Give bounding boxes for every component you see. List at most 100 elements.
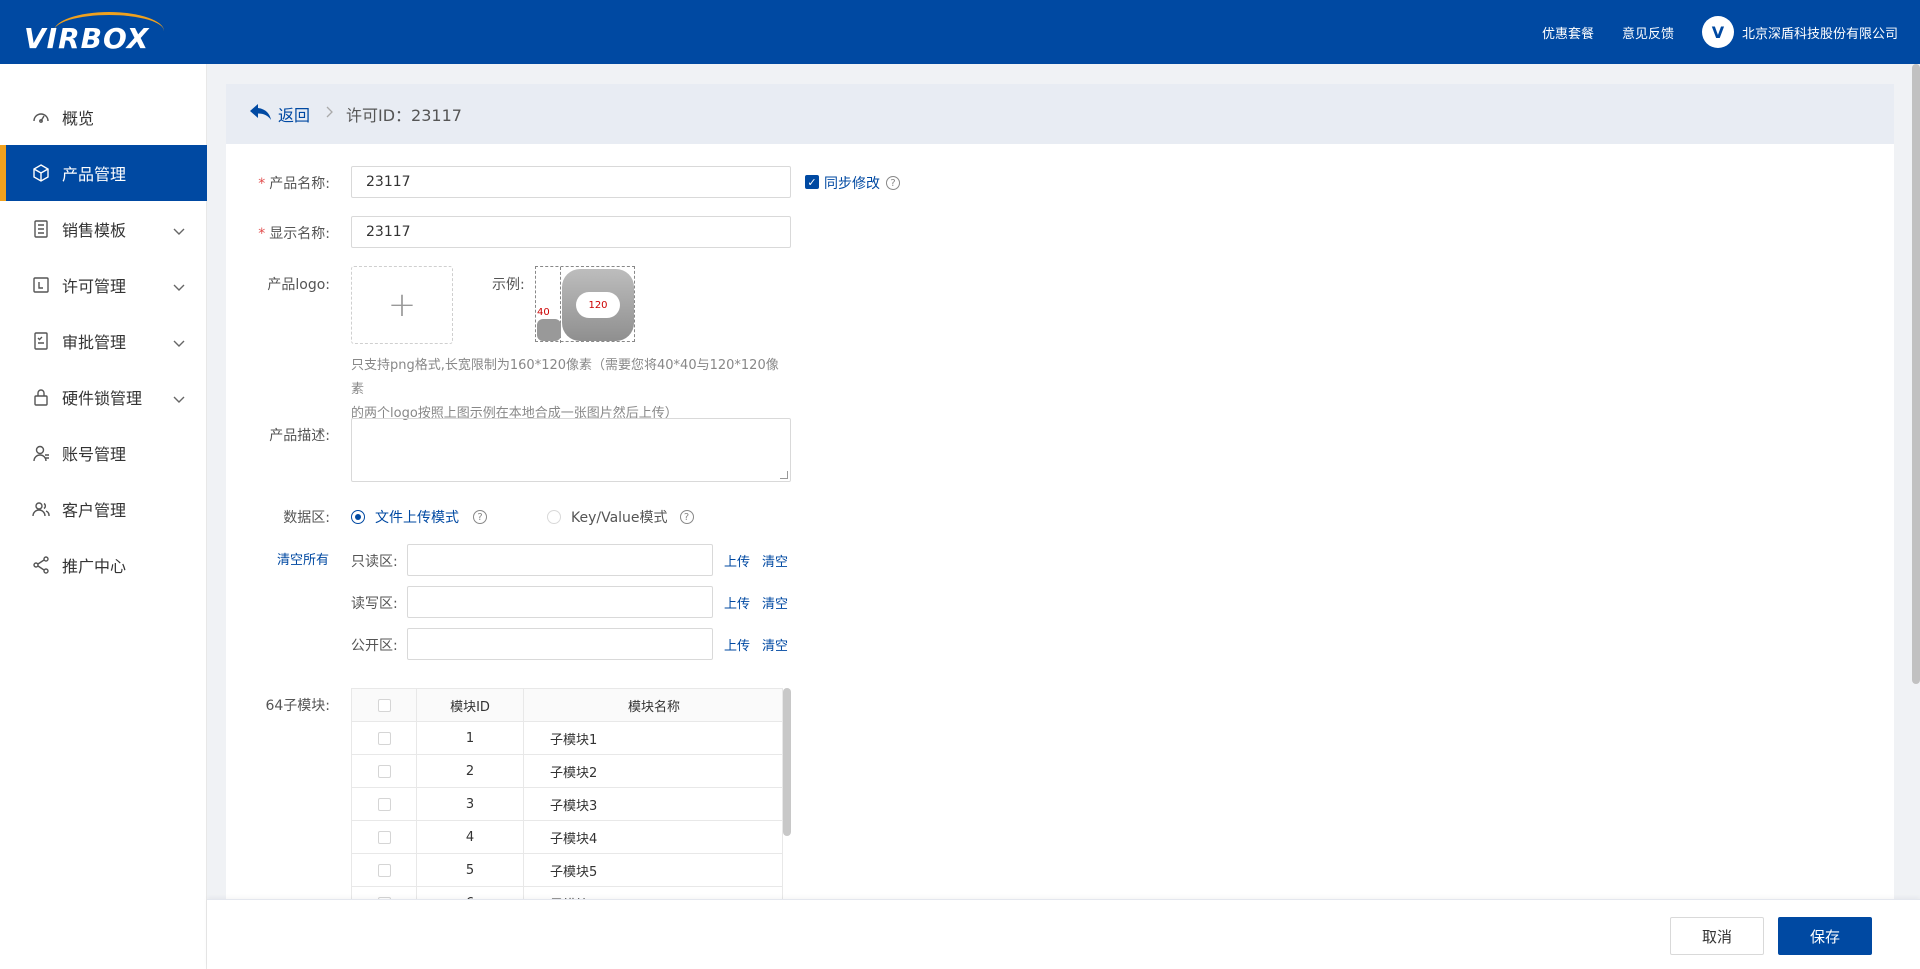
sidebar-item-product[interactable]: 产品管理 — [0, 145, 207, 201]
readonly-zone-label: 只读区: — [351, 554, 398, 570]
sidebar-item-label: 审批管理 — [62, 333, 127, 352]
back-button[interactable]: 返回 — [250, 102, 310, 126]
company-logo-icon: V — [1701, 16, 1734, 48]
table-row[interactable]: 5 子模块5 — [352, 854, 782, 887]
back-label: 返回 — [278, 106, 311, 125]
lock-icon — [30, 386, 52, 408]
virbox-logo[interactable]: VIRBOX — [24, 12, 179, 55]
readwrite-zone-label: 读写区: — [351, 596, 398, 612]
sync-checkbox[interactable]: ✓ — [805, 175, 819, 189]
chevron-right-icon — [326, 106, 334, 122]
help-icon[interactable]: ? — [886, 176, 900, 190]
sidebar-item-label: 许可管理 — [62, 277, 127, 296]
select-all-checkbox[interactable] — [377, 699, 391, 712]
readwrite-clear-link[interactable]: 清空 — [762, 593, 788, 612]
sidebar-item-customer[interactable]: 客户管理 — [0, 481, 207, 537]
submodule-table: 模块ID 模块名称 1 子模块1 2 子模块2 3 子模块3 4 子模块4 5 … — [351, 688, 783, 900]
example-small-logo — [537, 319, 561, 341]
chevron-down-icon — [173, 389, 185, 408]
resize-handle[interactable] — [780, 471, 788, 479]
sidebar-item-overview[interactable]: 概览 — [0, 89, 207, 145]
sidebar-item-approval[interactable]: 审批管理 — [0, 313, 207, 369]
readonly-clear-link[interactable]: 清空 — [762, 551, 788, 570]
product-name-input[interactable]: 23117 — [351, 166, 791, 198]
clear-all-link[interactable]: 清空所有 — [277, 549, 329, 568]
chevron-down-icon — [173, 333, 185, 352]
module-id: 2 — [417, 755, 524, 788]
display-name-label: * 显示名称: — [258, 226, 330, 242]
readonly-upload-link[interactable]: 上传 — [724, 551, 750, 570]
top-bar: VIRBOX 优惠套餐 意见反馈 V 北京深盾科技股份有限公司 — [0, 0, 1920, 64]
module-name: 子模块3 — [550, 799, 598, 814]
logo-upload[interactable]: + — [351, 266, 453, 344]
kv-mode-radio[interactable] — [547, 510, 561, 524]
users-icon — [30, 498, 52, 520]
product-logo-label: 产品logo: — [267, 277, 330, 293]
logo-text: VIRBOX — [24, 22, 150, 55]
page-scrollbar[interactable] — [1912, 64, 1920, 684]
kv-mode-option[interactable]: Key/Value模式 ? — [571, 507, 694, 527]
feedback-link[interactable]: 意见反馈 — [1622, 23, 1674, 42]
breadcrumb-current: 许可ID：23117 — [346, 106, 462, 125]
row-checkbox[interactable] — [377, 798, 391, 811]
cancel-button[interactable]: 取消 — [1670, 917, 1764, 955]
module-id: 5 — [417, 854, 524, 887]
module-name: 子模块5 — [550, 865, 598, 880]
help-icon[interactable]: ? — [473, 510, 487, 524]
sidebar-item-account[interactable]: 账号管理 — [0, 425, 207, 481]
description-label: 产品描述: — [269, 428, 330, 444]
column-header-name: 模块名称 — [627, 700, 680, 715]
chevron-down-icon — [173, 277, 185, 296]
example-big-logo: 120 — [562, 269, 634, 341]
readwrite-zone-input[interactable] — [407, 586, 713, 618]
readonly-zone-input[interactable] — [407, 544, 713, 576]
sidebar-item-hardware-lock[interactable]: 硬件锁管理 — [0, 369, 207, 425]
example-size-small: 40 — [537, 307, 550, 318]
table-row[interactable]: 3 子模块3 — [352, 788, 782, 821]
file-mode-radio[interactable] — [351, 510, 365, 524]
public-clear-link[interactable]: 清空 — [762, 635, 788, 654]
table-row[interactable]: 2 子模块2 — [352, 755, 782, 788]
logo-hint: 只支持png格式,长宽限制为160*120像素（需要您将40*40与120*12… — [351, 358, 779, 421]
top-links: 优惠套餐 意见反馈 V 北京深盾科技股份有限公司 — [1542, 0, 1898, 64]
save-button[interactable]: 保存 — [1778, 917, 1872, 955]
sidebar-item-promotion[interactable]: 推广中心 — [0, 537, 207, 593]
sidebar-item-label: 销售模板 — [62, 221, 127, 240]
help-icon[interactable]: ? — [679, 510, 694, 524]
table-row[interactable]: 4 子模块4 — [352, 821, 782, 854]
module-id: 3 — [417, 788, 524, 821]
footer-bar: 取消 保存 — [207, 899, 1920, 969]
row-checkbox[interactable] — [377, 765, 391, 778]
column-header-id: 模块ID — [417, 689, 524, 722]
sync-option[interactable]: 同步修改 ? — [824, 173, 900, 193]
share-icon — [30, 554, 52, 576]
product-name-label: * 产品名称: — [258, 176, 330, 192]
sidebar-item-label: 账号管理 — [62, 445, 127, 464]
table-row[interactable]: 1 子模块1 — [352, 722, 782, 755]
module-name: 子模块2 — [550, 766, 598, 781]
description-textarea[interactable] — [351, 418, 791, 482]
row-checkbox[interactable] — [377, 864, 391, 877]
company-menu[interactable]: V 北京深盾科技股份有限公司 — [1701, 16, 1898, 48]
sidebar-item-sales-template[interactable]: 销售模板 — [0, 201, 207, 257]
row-checkbox[interactable] — [377, 831, 391, 844]
table-scrollbar[interactable] — [783, 688, 791, 836]
row-checkbox[interactable] — [377, 732, 391, 745]
public-upload-link[interactable]: 上传 — [724, 635, 750, 654]
display-name-input[interactable]: 23117 — [351, 216, 791, 248]
readwrite-upload-link[interactable]: 上传 — [724, 593, 750, 612]
public-zone-label: 公开区: — [351, 638, 398, 654]
sidebar-item-label: 推广中心 — [62, 557, 127, 576]
sidebar-item-label: 产品管理 — [62, 165, 127, 184]
data-zone-label: 数据区: — [283, 510, 330, 526]
promo-link[interactable]: 优惠套餐 — [1542, 23, 1594, 42]
sidebar-item-license[interactable]: 许可管理 — [0, 257, 207, 313]
back-arrow-icon — [250, 104, 272, 124]
chevron-down-icon — [173, 221, 185, 240]
breadcrumb: 返回 许可ID：23117 — [226, 84, 1894, 144]
file-mode-option[interactable]: 文件上传模式 ? — [375, 507, 487, 527]
public-zone-input[interactable] — [407, 628, 713, 660]
logo-example: 40 120 — [535, 266, 635, 343]
license-icon — [30, 274, 52, 296]
submodule-label: 64子模块: — [265, 698, 330, 714]
